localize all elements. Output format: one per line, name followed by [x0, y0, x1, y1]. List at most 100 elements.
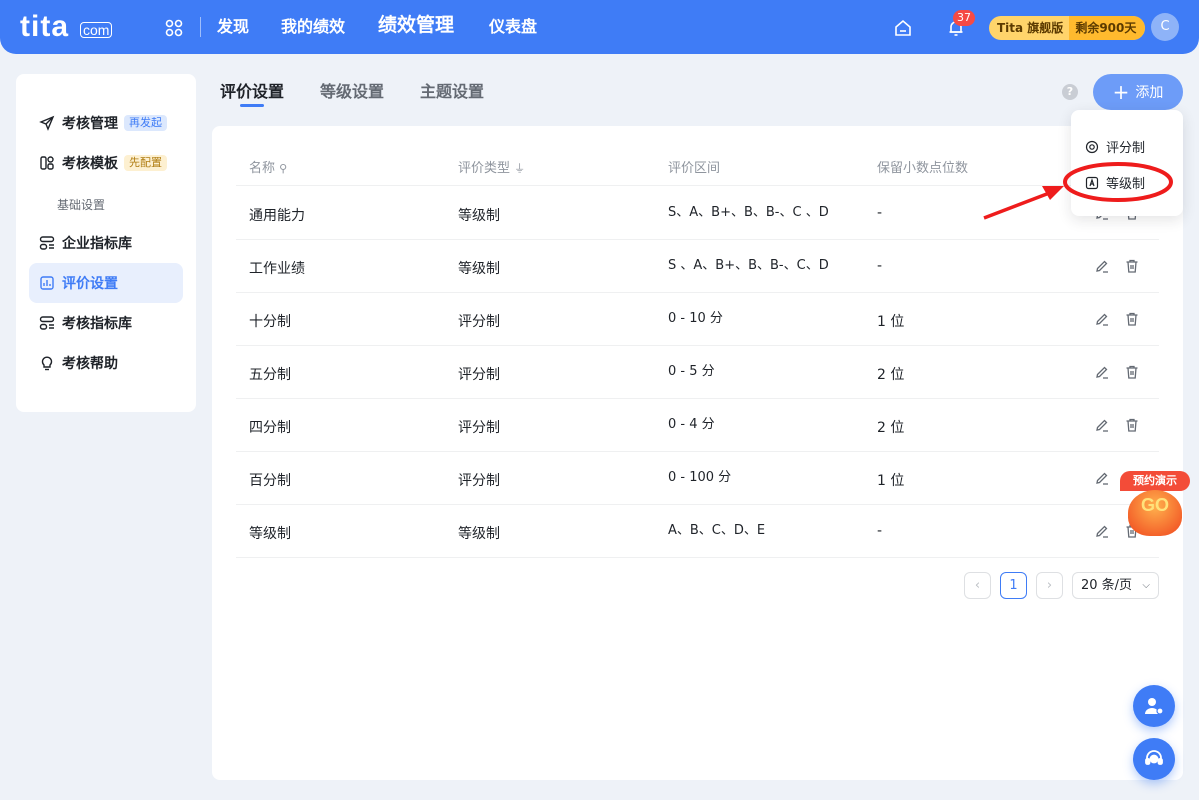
edit-icon[interactable] — [1094, 364, 1110, 380]
cell-range: 0 - 10 分 — [668, 311, 723, 326]
menu-item-grade-system[interactable]: 等级制 — [1085, 173, 1145, 192]
cell-type: 评分制 — [458, 420, 500, 436]
cell-range: S、A、B+、B、B-、C 、D — [668, 205, 829, 220]
chevron-down-icon: ⌵ — [1142, 580, 1150, 591]
edit-icon[interactable] — [1094, 523, 1110, 539]
cell-decimals: - — [877, 523, 883, 539]
cell-range: S 、A、B+、B、B-、C、D — [668, 258, 829, 273]
sidebar-item-label: 考核指标库 — [62, 316, 132, 332]
next-page-button[interactable]: › — [1036, 572, 1063, 599]
edit-icon[interactable] — [1094, 258, 1110, 274]
tab-theme-settings[interactable]: 主题设置 — [420, 78, 484, 102]
nav-discover[interactable]: 发现 — [217, 17, 249, 37]
delete-icon[interactable] — [1124, 417, 1140, 433]
page-1-button[interactable]: 1 — [1000, 572, 1027, 599]
cell-type: 等级制 — [458, 261, 500, 277]
evaluation-chart-icon — [40, 276, 54, 290]
tab-evaluation-settings[interactable]: 评价设置 — [220, 78, 284, 102]
tita-logo[interactable]: tita — [20, 12, 69, 42]
restart-tag: 再发起 — [124, 115, 167, 131]
table-row: 十分制 评分制 0 - 10 分 1 位 — [236, 293, 1159, 346]
cell-decimals: 1 位 — [877, 314, 905, 330]
cell-decimals: 1 位 — [877, 473, 905, 489]
apps-grid-icon[interactable] — [165, 19, 183, 37]
lightbulb-icon — [41, 356, 53, 371]
delete-icon[interactable] — [1124, 364, 1140, 380]
grade-letter-icon — [1085, 176, 1099, 189]
sidebar-item-review-help[interactable]: 考核帮助 — [29, 343, 183, 383]
sidebar-item-evaluation-settings[interactable]: 评价设置 — [29, 263, 183, 303]
page-size-select[interactable]: 20 条/页 ⌵ — [1072, 572, 1159, 599]
search-icon[interactable]: ⚲ — [279, 162, 287, 175]
nav-divider — [200, 17, 201, 37]
sidebar-item-review-metrics[interactable]: 考核指标库 — [29, 303, 183, 343]
edit-icon[interactable] — [1094, 311, 1110, 327]
column-header-range: 评价区间 — [668, 161, 721, 176]
cell-decimals: - — [877, 205, 883, 221]
sidebar-item-label: 考核模板 — [62, 156, 118, 172]
sidebar-item-review-template[interactable]: 考核模板 先配置 — [29, 143, 183, 183]
cell-name: 五分制 — [249, 367, 291, 383]
cell-name: 十分制 — [249, 314, 291, 330]
menu-item-score-system[interactable]: 评分制 — [1085, 137, 1145, 156]
cell-type: 等级制 — [458, 208, 500, 224]
user-settings-float-button[interactable] — [1133, 685, 1175, 727]
help-icon[interactable]: ? — [1062, 84, 1078, 100]
cell-decimals: 2 位 — [877, 420, 905, 436]
sidebar-item-label: 企业指标库 — [62, 236, 132, 252]
edit-icon[interactable] — [1094, 417, 1110, 433]
table-row: 五分制 评分制 0 - 5 分 2 位 — [236, 346, 1159, 399]
top-navigation-bar: tita com 发现 我的绩效 绩效管理 仪表盘 37 Tita 旗舰版 剩余… — [0, 0, 1199, 54]
nav-dashboard[interactable]: 仪表盘 — [489, 17, 537, 37]
prev-page-button[interactable]: ‹ — [964, 572, 991, 599]
table-row: 等级制 等级制 A、B、C、D、E - — [236, 505, 1159, 558]
nav-my-performance[interactable]: 我的绩效 — [281, 17, 345, 37]
cell-range: 0 - 4 分 — [668, 417, 715, 432]
logo-com-suffix: com — [80, 22, 113, 38]
customer-service-float-button[interactable] — [1133, 738, 1175, 780]
delete-icon[interactable] — [1124, 311, 1140, 327]
add-button[interactable]: + 添加 — [1093, 74, 1183, 110]
cell-range: 0 - 100 分 — [668, 470, 732, 485]
cell-name: 四分制 — [249, 420, 291, 436]
filter-icon[interactable]: ⏚ — [514, 162, 525, 175]
headset-icon — [1145, 750, 1163, 765]
sidebar-item-enterprise-metrics[interactable]: 企业指标库 — [29, 223, 183, 263]
cell-decimals: - — [877, 258, 883, 274]
sidebar-item-label: 考核管理 — [62, 116, 118, 132]
tab-level-settings[interactable]: 等级设置 — [320, 78, 384, 102]
table-row: 百分制 评分制 0 - 100 分 1 位 — [236, 452, 1159, 505]
sidebar-item-review-management[interactable]: 考核管理 再发起 — [29, 103, 183, 143]
cell-name: 工作业绩 — [249, 261, 305, 277]
sidebar-item-label: 评价设置 — [62, 276, 118, 292]
go-badge-icon: GO — [1128, 490, 1182, 536]
book-demo-label: 预约演示 — [1120, 471, 1190, 491]
cell-type: 等级制 — [458, 526, 500, 542]
sidebar: 考核管理 再发起 考核模板 先配置 基础设置 企业指标库 评价设置 考核指标库 … — [16, 74, 196, 412]
delete-icon[interactable] — [1124, 258, 1140, 274]
add-dropdown-menu: 评分制 等级制 — [1071, 110, 1183, 216]
target-icon — [1085, 140, 1099, 153]
metrics-library-icon — [39, 316, 55, 330]
add-button-label: 添加 — [1135, 85, 1164, 101]
cell-type: 评分制 — [458, 314, 500, 330]
sidebar-item-label: 考核帮助 — [62, 356, 118, 372]
template-icon — [40, 156, 54, 170]
send-icon — [39, 115, 55, 131]
cell-type: 评分制 — [458, 367, 500, 383]
user-avatar[interactable]: C — [1151, 13, 1179, 41]
edit-icon[interactable] — [1094, 470, 1110, 486]
cell-range: 0 - 5 分 — [668, 364, 715, 379]
book-demo-promo[interactable]: 预约演示 GO — [1120, 470, 1190, 542]
column-header-name[interactable]: 名称 ⚲ — [249, 157, 287, 176]
cell-name: 等级制 — [249, 526, 291, 542]
column-header-type[interactable]: 评价类型 ⏚ — [458, 157, 525, 176]
table-header: 名称 ⚲ 评价类型 ⏚ 评价区间 保留小数点位数 — [236, 144, 1159, 186]
plus-icon: + — [1112, 80, 1130, 104]
notification-count-badge: 37 — [953, 10, 975, 26]
nav-performance-management[interactable]: 绩效管理 — [378, 15, 454, 35]
plan-badge[interactable]: Tita 旗舰版 剩余900天 — [989, 16, 1146, 40]
evaluation-table-card: 名称 ⚲ 评价类型 ⏚ 评价区间 保留小数点位数 通用能力 等级制 S、A、B+、B… — [212, 126, 1183, 780]
menu-item-label: 等级制 — [1106, 177, 1146, 192]
home-icon[interactable] — [893, 18, 913, 38]
